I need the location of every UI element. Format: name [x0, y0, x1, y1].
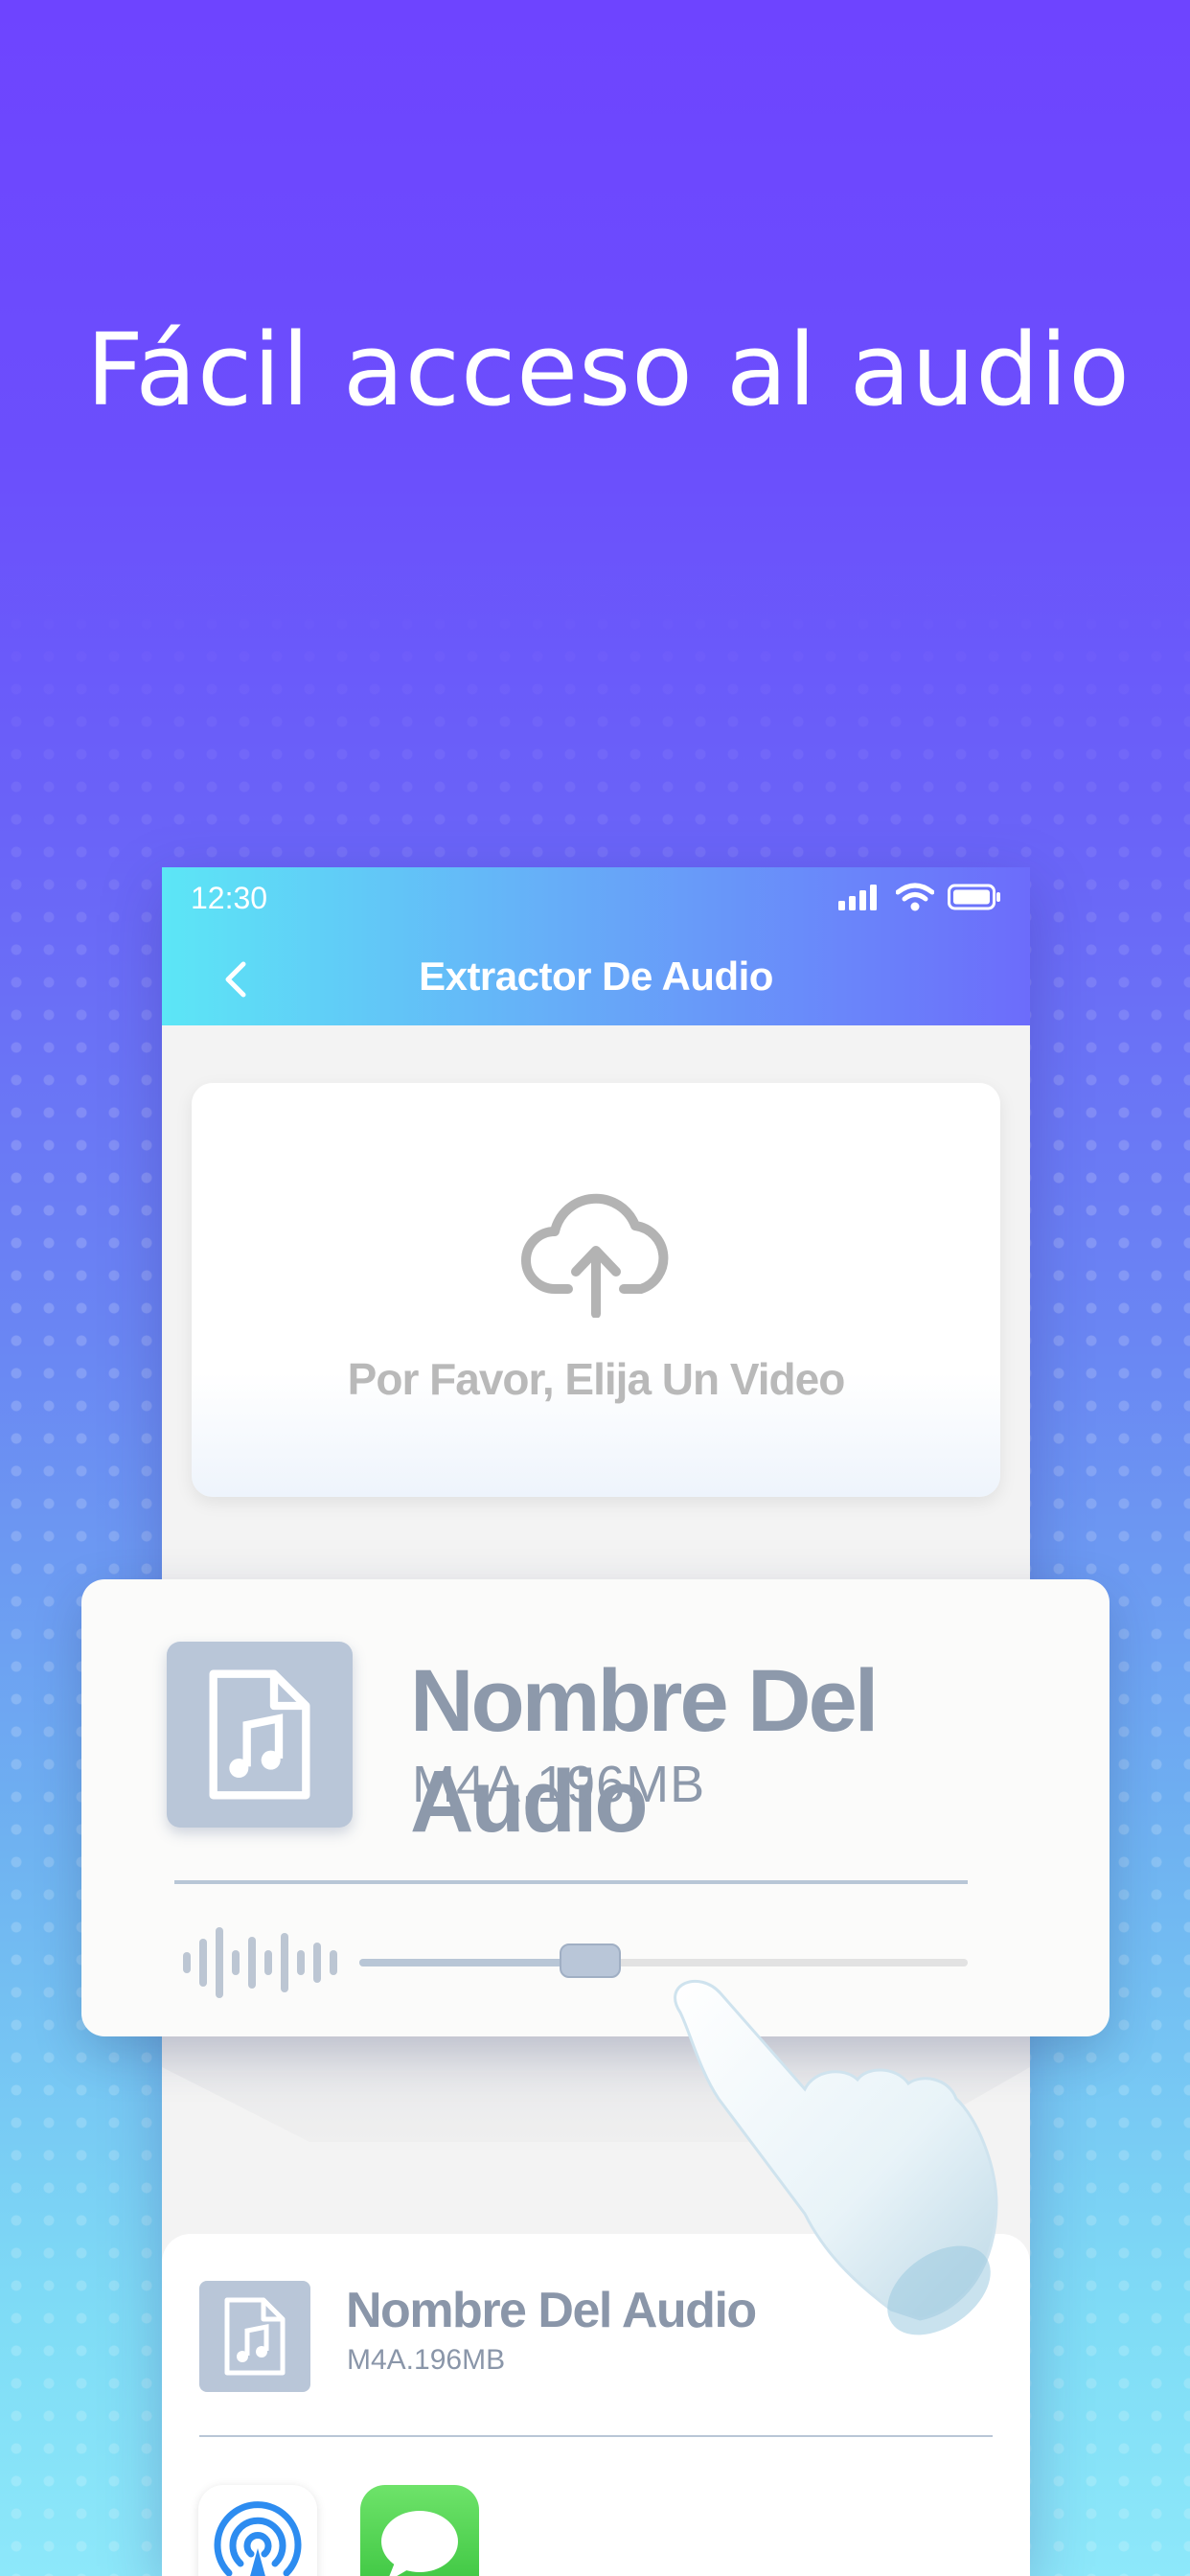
divider — [199, 2435, 993, 2437]
seek-bar[interactable] — [359, 1944, 968, 1978]
divider — [174, 1880, 968, 1884]
audio-card: Nombre Del Audio M4A.196MB — [81, 1579, 1110, 2036]
status-bar: 12:30 — [162, 867, 1030, 925]
messages-icon — [381, 2511, 458, 2576]
status-icons — [838, 883, 1001, 911]
pointing-hand-icon — [674, 1979, 998, 2335]
app-title: Extractor De Audio — [419, 954, 773, 999]
app-bar: 12:30 Extractor De Audio — [162, 867, 1030, 1025]
audio-meta: M4A.196MB — [412, 1756, 706, 1813]
choose-video-card[interactable]: Por Favor, Elija Un Video — [192, 1083, 1000, 1497]
music-file-icon — [167, 1642, 353, 1828]
audio-meta: M4A.196MB — [347, 2344, 506, 2376]
music-file-icon — [199, 2281, 310, 2392]
choose-video-label: Por Favor, Elija Un Video — [347, 1354, 846, 1404]
wifi-icon — [896, 883, 934, 911]
share-airdrop-button[interactable] — [198, 2485, 317, 2576]
seek-bar-progress — [359, 1959, 591, 1966]
headline: Fácil acceso al audio — [86, 311, 1131, 428]
cloud-upload-icon — [521, 1193, 669, 1318]
audio-name: Nombre Del Audio — [410, 1652, 879, 1851]
waveform-icon — [183, 1927, 337, 1998]
seek-bar-handle[interactable] — [560, 1944, 622, 1978]
share-messages-button[interactable] — [360, 2485, 479, 2576]
airdrop-icon — [214, 2501, 302, 2576]
battery-icon — [948, 884, 1000, 910]
signal-icon — [838, 885, 877, 910]
status-time: 12:30 — [191, 881, 268, 915]
